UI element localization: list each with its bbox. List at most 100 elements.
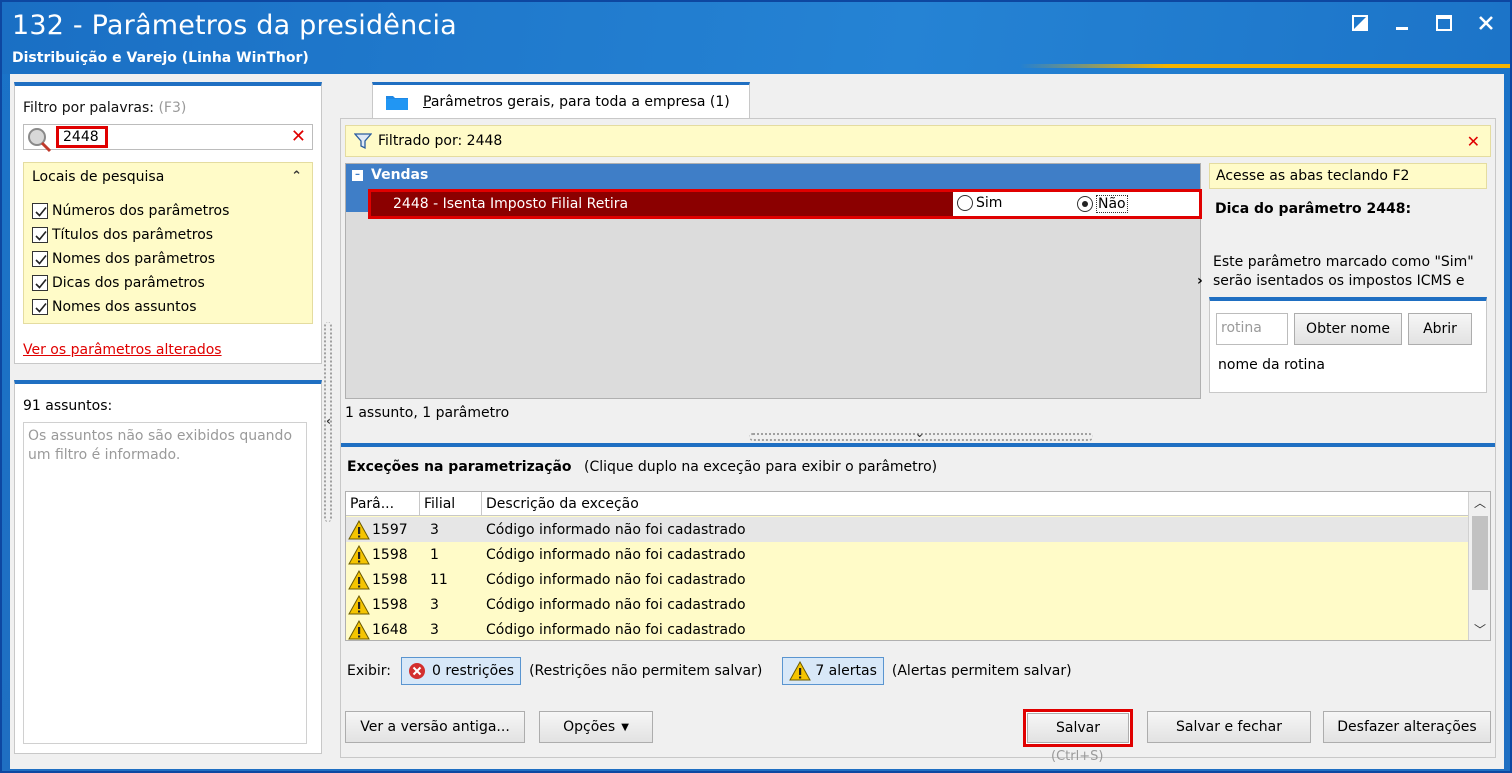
clear-search-icon[interactable]: ✕ [291,126,306,147]
rotina-caption: nome da rotina [1218,357,1325,373]
subjects-count: 91 assuntos: [23,398,113,414]
main-panel: Filtrado por: 2448 ✕ – Vendas 2448 - Ise… [340,118,1496,764]
radio-sim[interactable]: Sim [957,195,1002,211]
help-text: Este parâmetro marcado como "Sim" serão … [1213,253,1491,291]
warning-icon [348,619,370,639]
rotina-box: rotina Obter nome Abrir nome da rotina [1209,297,1487,393]
table-row[interactable]: 1598 1 Código informado não foi cadastra… [346,542,1468,567]
column-header-filial[interactable]: Filial [420,492,482,515]
window-subtitle: Distribuição e Varejo (Linha WinThor) [12,50,309,66]
filter-label-text: Filtro por palavras: [23,100,154,116]
restrictions-button[interactable]: 0 restrições [401,657,522,685]
scroll-thumb[interactable] [1472,516,1488,590]
cell-param: 1648 [372,621,408,638]
alerts-note: (Alertas permitem salvar) [891,663,1072,679]
save-and-close-button[interactable]: Salvar e fechar [1147,711,1311,743]
parameter-row[interactable]: 2448 - Isenta Imposto Filial Retira Sim … [368,189,1202,219]
subjects-message: Os assuntos não são exibidos quando um f… [23,422,307,744]
checkbox-label: Títulos dos parâmetros [52,227,214,243]
checkbox-titulos[interactable]: Títulos dos parâmetros [32,223,229,247]
warning-icon [348,519,370,539]
altered-params-link[interactable]: Ver os parâmetros alterados [23,342,222,358]
title-bar: 132 - Parâmetros da presidência Distribu… [2,2,1510,74]
old-version-button[interactable]: Ver a versão antiga... [345,711,525,743]
cell-param: 1598 [372,546,408,563]
column-header-param[interactable]: Parâ... [346,492,420,515]
checkbox-checked-icon[interactable] [32,251,48,267]
radio-nao[interactable]: Não [1077,195,1128,213]
rotina-input[interactable]: rotina [1216,313,1288,345]
cell-filial: 3 [430,621,439,638]
tab-label: Parâmetros gerais, para toda a empresa (… [423,93,730,110]
search-locations-box: Locais de pesquisa ⌃ Números dos parâmet… [23,162,313,324]
display-filters: Exibir: 0 restrições (Restrições não per… [347,657,1072,685]
exceptions-title: Exceções na parametrização (Clique duplo… [347,459,937,475]
table-row[interactable]: 1597 3 Código informado não foi cadastra… [346,517,1468,542]
collapse-icon[interactable]: ⌃ [291,169,302,184]
collapse-group-icon[interactable]: – [352,169,363,181]
checkbox-label: Dicas dos parâmetros [52,275,205,291]
filtered-by-text: Filtrado por: 2448 [378,133,503,149]
checkbox-label: Números dos parâmetros [52,203,230,219]
cell-param: 1597 [372,521,408,538]
search-locations-title: Locais de pesquisa [32,169,165,185]
warning-icon [348,569,370,589]
undo-changes-button[interactable]: Desfazer alterações [1323,711,1491,743]
table-row[interactable]: 1598 11 Código informado não foi cadastr… [346,567,1468,592]
warning-icon [789,661,812,681]
checkbox-checked-icon[interactable] [32,227,48,243]
minimize-icon[interactable] [1392,12,1412,34]
chevron-right-icon[interactable]: › [1197,273,1203,289]
checkbox-assuntos[interactable]: Nomes dos assuntos [32,295,229,319]
cell-filial: 3 [430,596,439,613]
restore-icon[interactable] [1350,12,1370,34]
cell-filial: 1 [430,546,439,563]
filter-label: Filtro por palavras: (F3) [23,100,186,116]
checkbox-checked-icon[interactable] [32,299,48,315]
radio-unselected-icon[interactable] [957,195,973,211]
clear-filter-icon[interactable]: ✕ [1467,132,1480,151]
cell-description: Código informado não foi cadastrado [486,521,746,538]
tab-parametros-gerais[interactable]: Parâmetros gerais, para toda a empresa (… [372,82,750,118]
radio-sim-label: Sim [976,195,1003,211]
parameter-name[interactable]: 2448 - Isenta Imposto Filial Retira [371,192,953,216]
exceptions-table: Parâ... Filial Descrição da exceção 1597… [345,491,1491,641]
radio-selected-icon[interactable] [1077,196,1093,212]
options-button[interactable]: Opções ▼ [539,711,653,743]
search-locations-list: Números dos parâmetros Títulos dos parâm… [32,199,229,319]
alerts-button[interactable]: 7 alertas [782,657,884,685]
save-button[interactable]: Salvar [1027,713,1129,743]
group-header-vendas[interactable]: – Vendas [346,164,1200,186]
bottom-toolbar: Ver a versão antiga... Opções ▼ Salvar (… [341,707,1495,764]
vertical-scrollbar[interactable]: ︿ ﹀ [1468,492,1490,640]
content-area: Filtro por palavras: (F3) 2448 ✕ Locais … [10,74,1504,769]
exceptions-title-bold: Exceções na parametrização [347,459,572,475]
search-value[interactable]: 2448 [56,126,108,148]
abrir-button[interactable]: Abrir [1408,313,1472,345]
filter-icon [354,133,372,150]
help-text-line-1: Este parâmetro marcado como "Sim" [1213,254,1474,270]
checkbox-checked-icon[interactable] [32,275,48,291]
scroll-down-icon[interactable]: ﹀ [1474,621,1486,638]
maximize-icon[interactable] [1434,12,1454,34]
checkbox-label: Nomes dos parâmetros [52,251,216,267]
error-icon [409,663,426,679]
window-controls [1350,12,1496,34]
obter-nome-button[interactable]: Obter nome [1294,313,1402,345]
chevron-down-icon[interactable]: ⌄ [915,427,924,440]
checkbox-checked-icon[interactable] [32,203,48,219]
checkbox-numeros[interactable]: Números dos parâmetros [32,199,229,223]
filtered-by-bar: Filtrado por: 2448 ✕ [345,125,1491,157]
checkbox-dicas[interactable]: Dicas dos parâmetros [32,271,229,295]
cell-filial: 11 [430,571,448,588]
table-row[interactable]: 1598 3 Código informado não foi cadastra… [346,592,1468,617]
cell-description: Código informado não foi cadastrado [486,571,746,588]
table-row[interactable]: 1648 3 Código informado não foi cadastra… [346,617,1468,640]
subjects-panel: 91 assuntos: Os assuntos não são exibido… [14,380,322,754]
close-icon[interactable] [1476,12,1496,34]
column-header-descricao[interactable]: Descrição da exceção [482,492,1468,515]
chevron-left-icon[interactable]: ‹ [326,414,331,428]
checkbox-nomes[interactable]: Nomes dos parâmetros [32,247,229,271]
scroll-up-icon[interactable]: ︿ [1474,494,1486,511]
search-input[interactable]: 2448 ✕ [23,124,313,153]
